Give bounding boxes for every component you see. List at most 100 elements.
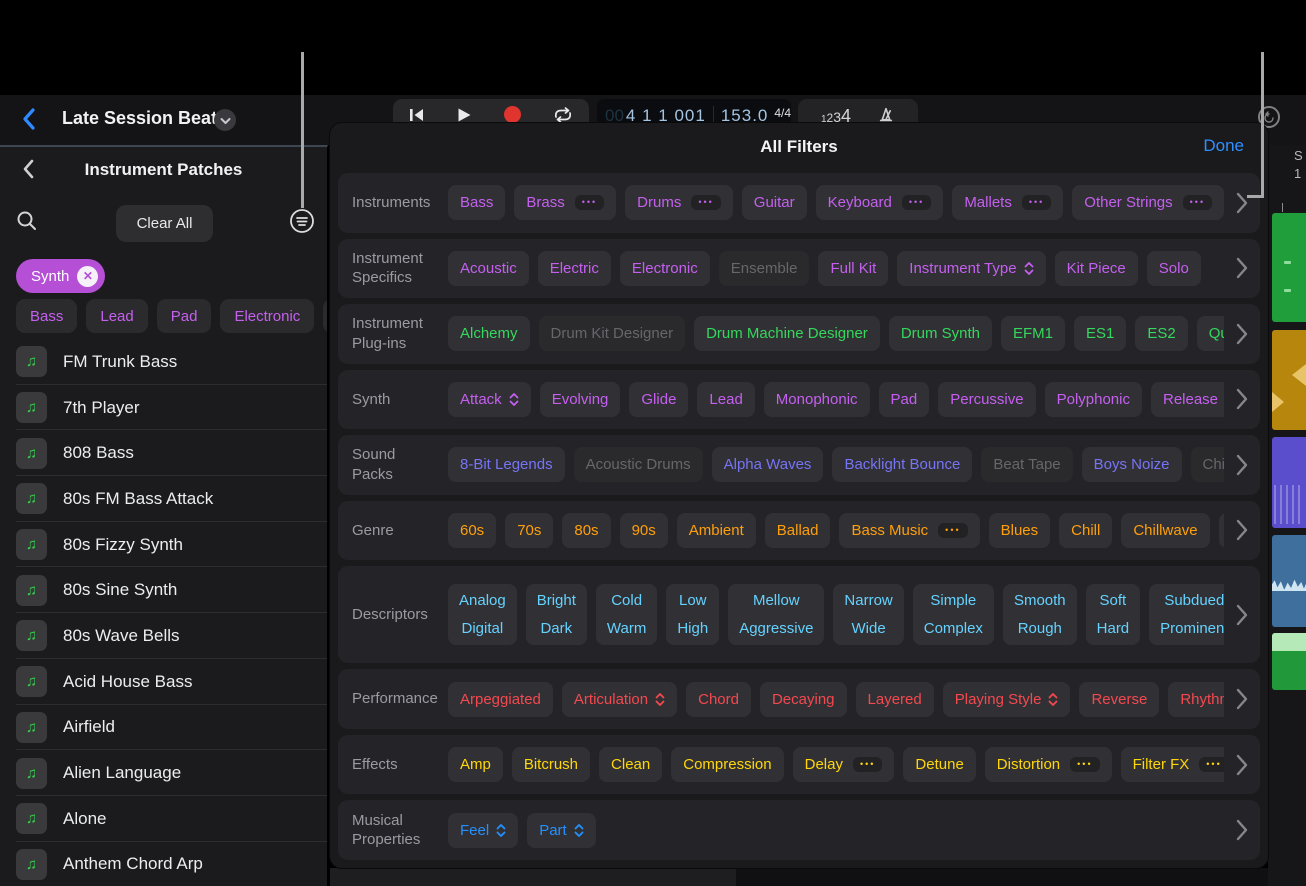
patch-list-item[interactable]: 80s Fizzy Synth [0,522,327,568]
filter-chip-full-kit[interactable]: Full Kit [818,251,888,286]
descriptor-option[interactable]: Hard [1097,621,1130,636]
filter-chip-backlight-bounce[interactable]: Backlight Bounce [832,447,972,482]
patch-list-item[interactable]: Anthem Chord Arp [0,842,327,886]
filter-chip-chillwave[interactable]: Chillwave [1121,513,1209,548]
done-button[interactable]: Done [1203,136,1244,156]
filter-chip-alchemy[interactable]: Alchemy [448,316,530,351]
filter-chip-bitcrush[interactable]: Bitcrush [512,747,590,782]
filter-chip-ensemble[interactable]: Ensemble [719,251,810,286]
filter-chip-clean[interactable]: Clean [599,747,662,782]
descriptor-pair-chip-simple[interactable]: Simple Complex [913,584,994,645]
region-green2[interactable] [1272,633,1306,690]
row-expand-chevron-icon[interactable] [1224,604,1260,626]
filter-chip-8-bit-legends[interactable]: 8-Bit Legends [448,447,565,482]
more-options-icon[interactable]: ••• [853,757,882,772]
region-blue[interactable] [1272,535,1306,627]
descriptor-option[interactable]: Subdued [1164,593,1224,608]
more-options-icon[interactable]: ••• [691,195,720,210]
filter-chip-es2[interactable]: ES2 [1135,316,1187,351]
filter-chip-electronic[interactable]: Electronic [620,251,710,286]
descriptor-option[interactable]: Low [679,593,707,608]
descriptor-option[interactable]: Complex [924,621,983,636]
filter-chip-pad[interactable]: Pad [879,382,930,417]
more-options-icon[interactable]: ••• [1199,757,1224,772]
descriptor-pair-chip-analog[interactable]: AnalogDigital [448,584,517,645]
more-options-icon[interactable]: ••• [1022,195,1051,210]
filter-chip-quick-sampler[interactable]: Quick Sampler [1197,316,1224,351]
filter-chip-boys-noize[interactable]: Boys Noize [1082,447,1182,482]
filter-chip-drum-kit-designer[interactable]: Drum Kit Designer [539,316,686,351]
row-expand-chevron-icon[interactable] [1224,688,1260,710]
descriptor-option[interactable]: Rough [1018,621,1062,636]
filter-chip-attack[interactable]: Attack [448,382,531,417]
patch-list-item[interactable]: Alien Language [0,750,327,796]
filter-chip-drums[interactable]: Drums••• [625,185,733,220]
filter-chip-glide[interactable]: Glide [629,382,688,417]
filter-chip-electric[interactable]: Electric [538,251,611,286]
project-back-button[interactable] [22,108,35,133]
filter-chip-solo[interactable]: Solo [1147,251,1201,286]
filter-chip-reverse[interactable]: Reverse [1079,682,1159,717]
search-button[interactable] [16,210,38,235]
filter-chip-bass[interactable]: Bass [448,185,505,220]
descriptor-pair-chip-cold[interactable]: ColdWarm [596,584,657,645]
category-chip-electronic[interactable]: Electronic [220,299,314,333]
filter-chip-part[interactable]: Part [527,813,596,848]
row-expand-chevron-icon[interactable] [1224,257,1260,279]
descriptor-option[interactable]: Analog [459,593,506,608]
descriptor-option[interactable]: Aggressive [739,621,813,636]
filter-chip-drum-machine-designer[interactable]: Drum Machine Designer [694,316,880,351]
filter-button[interactable] [289,208,315,237]
row-expand-chevron-icon[interactable] [1224,323,1260,345]
more-options-icon[interactable]: ••• [938,523,967,538]
descriptor-option[interactable]: Narrow [844,593,892,608]
filter-chip-delay[interactable]: Delay••• [793,747,895,782]
filter-chip-amp[interactable]: Amp [448,747,503,782]
region-green[interactable] [1272,213,1306,322]
filter-chip-80s[interactable]: 80s [562,513,610,548]
descriptor-option[interactable]: Wide [851,621,885,636]
category-chip-bass[interactable]: Bass [16,299,77,333]
filter-chip-polyphonic[interactable]: Polyphonic [1045,382,1142,417]
filter-chip-rhythmic[interactable]: Rhythmic [1168,682,1224,717]
descriptor-option[interactable]: Mellow [753,593,800,608]
filter-chip-chinese-traditional[interactable]: Chinese Traditional [1191,447,1225,482]
region-yellow[interactable] [1272,330,1306,430]
filter-chip-lead[interactable]: Lead [697,382,754,417]
filter-chip-layered[interactable]: Layered [856,682,934,717]
filter-chip-acoustic[interactable]: Acoustic [448,251,529,286]
descriptor-pair-chip-smooth[interactable]: SmoothRough [1003,584,1077,645]
descriptor-option[interactable]: High [677,621,708,636]
filter-chip-chord[interactable]: Chord [686,682,751,717]
patch-list-item[interactable]: FM Trunk Bass [0,339,327,385]
filter-chip-percussive[interactable]: Percussive [938,382,1035,417]
filter-chip-mallets[interactable]: Mallets••• [952,185,1063,220]
filter-chip-evolving[interactable]: Evolving [540,382,621,417]
descriptor-option[interactable]: Soft [1100,593,1127,608]
row-expand-chevron-icon[interactable] [1224,454,1260,476]
filter-chip-ambient[interactable]: Ambient [677,513,756,548]
filter-chip-monophonic[interactable]: Monophonic [764,382,870,417]
more-options-icon[interactable]: ••• [575,195,604,210]
filter-chip-alpha-waves[interactable]: Alpha Waves [712,447,824,482]
remove-filter-icon[interactable]: ✕ [77,266,98,287]
row-expand-chevron-icon[interactable] [1224,388,1260,410]
patch-list-item[interactable]: 80s Sine Synth [0,567,327,613]
descriptor-option[interactable]: Dark [540,621,572,636]
row-expand-chevron-icon[interactable] [1224,519,1260,541]
filter-chip-other-strings[interactable]: Other Strings••• [1072,185,1224,220]
filter-chip-release[interactable]: Release [1151,382,1224,417]
descriptor-pair-chip-narrow[interactable]: Narrow Wide [833,584,903,645]
filter-chip-chill[interactable]: Chill [1059,513,1112,548]
patch-list-item[interactable]: 808 Bass [0,430,327,476]
filter-chip-es1[interactable]: ES1 [1074,316,1126,351]
filter-chip-compression[interactable]: Compression [671,747,783,782]
filter-chip-bass-music[interactable]: Bass Music••• [839,513,979,548]
more-options-icon[interactable]: ••• [1070,757,1099,772]
filter-chip-filter-fx[interactable]: Filter FX••• [1121,747,1224,782]
filter-chip-instrument-type[interactable]: Instrument Type [897,251,1045,286]
filter-chip-feel[interactable]: Feel [448,813,518,848]
descriptor-option[interactable]: Simple [930,593,976,608]
row-expand-chevron-icon[interactable] [1224,754,1260,776]
descriptor-option[interactable]: Cold [611,593,642,608]
